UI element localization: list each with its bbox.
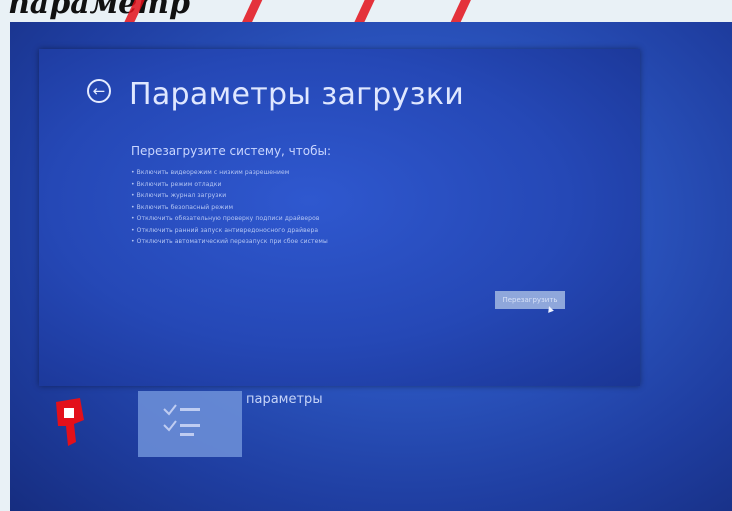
tile-label: параметры (246, 392, 323, 407)
option-item: Отключить обязательную проверку подписи … (131, 213, 328, 225)
watermark-banner: параметр (0, 0, 732, 40)
option-item: Отключить автоматический перезапуск при … (131, 236, 328, 248)
option-item: Включить журнал загрузки (131, 190, 328, 202)
watermark-text: параметр (8, 0, 190, 21)
boot-options-screen: ← Параметры загрузки Перезагрузите систе… (39, 49, 640, 386)
option-list: Включить видеорежим с низким разрешением… (131, 167, 328, 248)
option-item: Включить безопасный режим (131, 202, 328, 214)
option-item: Включить режим отладки (131, 179, 328, 191)
arrow-left-circle-icon: ← (92, 82, 106, 100)
option-item: Отключить ранний запуск антивредоносного… (131, 225, 328, 237)
photo-of-monitor: ← Параметры загрузки Перезагрузите систе… (10, 22, 732, 511)
subtitle: Перезагрузите систему, чтобы: (131, 144, 332, 158)
restart-button[interactable]: Перезагрузить (495, 291, 565, 309)
option-item: Включить видеорежим с низким разрешением (131, 167, 328, 179)
settings-list-icon (163, 404, 200, 436)
back-button[interactable]: ← (87, 79, 111, 103)
page-title: Параметры загрузки (129, 77, 465, 112)
map-pin-icon (56, 398, 84, 446)
settings-tile[interactable] (138, 391, 242, 457)
